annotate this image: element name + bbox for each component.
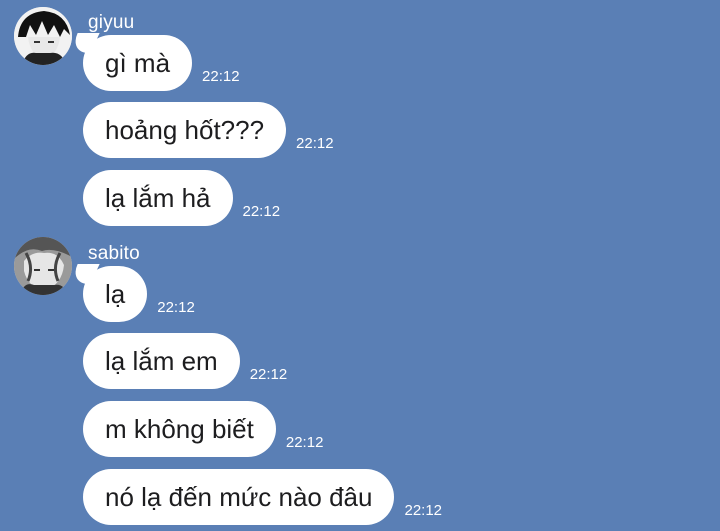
message-row: nó lạ đến mức nào đâu 22:12 (83, 469, 442, 525)
chat-thread: giyuu gì mà 22:12 hoảng hốt??? 22:12 lạ … (0, 0, 720, 531)
message-bubble[interactable]: gì mà (83, 35, 193, 91)
message-time: 22:12 (242, 203, 281, 220)
anime-avatar-sabito-icon (14, 237, 72, 295)
message-row: gì mà 22:12 (83, 35, 240, 91)
sender-name: sabito (88, 243, 140, 264)
message-row: lạ lắm em 22:12 (83, 333, 287, 389)
avatar[interactable] (14, 237, 72, 295)
message-row: hoảng hốt??? 22:12 (83, 102, 334, 158)
message-time: 22:12 (249, 366, 288, 383)
anime-avatar-giyuu-icon (14, 7, 72, 65)
message-bubble[interactable]: hoảng hốt??? (83, 102, 287, 158)
message-time: 22:12 (296, 135, 334, 152)
sender-name: giyuu (88, 12, 135, 33)
avatar[interactable] (14, 7, 72, 65)
message-bubble[interactable]: nó lạ đến mức nào đâu (83, 469, 395, 525)
message-row: lạ 22:12 (83, 266, 195, 322)
message-time: 22:12 (285, 434, 324, 451)
message-row: lạ lắm hả 22:12 (83, 170, 280, 226)
message-row: m không biết 22:12 (83, 401, 323, 457)
message-bubble[interactable]: lạ lắm em (83, 333, 240, 389)
message-time: 22:12 (404, 502, 443, 519)
message-bubble[interactable]: lạ (83, 266, 148, 322)
message-time: 22:12 (157, 299, 195, 316)
message-time: 22:12 (202, 68, 240, 85)
message-bubble[interactable]: lạ lắm hả (83, 170, 233, 226)
message-bubble[interactable]: m không biết (83, 401, 276, 457)
